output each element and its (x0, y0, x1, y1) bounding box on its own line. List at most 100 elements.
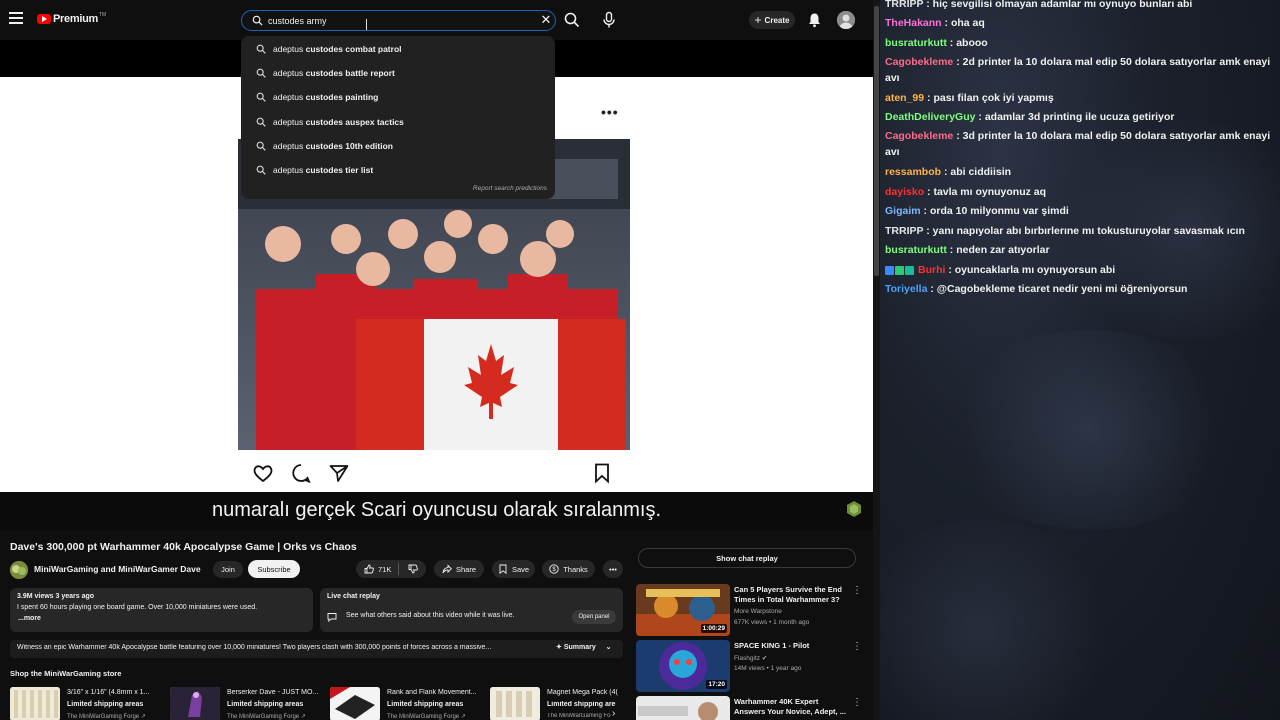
thumbs-down-icon[interactable] (408, 564, 418, 574)
chat-username[interactable]: Cagobekleme (885, 130, 953, 142)
description-box[interactable]: 3.9M views 3 years ago I spent 60 hours … (10, 588, 313, 632)
channel-name[interactable]: MiniWarGaming and MiniWarGamer Dave (34, 564, 201, 574)
badge-icon (905, 265, 914, 275)
show-chat-replay-button[interactable]: Show chat replay (638, 548, 856, 568)
channel-watermark-icon[interactable] (845, 500, 863, 518)
video-thumbnail: 1:00:29 (636, 584, 730, 636)
background-cloud (940, 330, 1240, 530)
more-vertical-icon[interactable]: ⋮ (852, 641, 862, 652)
channel-avatar-image-icon (10, 561, 28, 579)
chat-separator: : (927, 283, 937, 295)
search-box[interactable]: ✕ (241, 10, 556, 31)
notifications-bell-icon[interactable] (807, 12, 822, 28)
post-more-dots-icon: ••• (601, 104, 619, 120)
suggestion-item[interactable]: adeptus custodes combat patrol (241, 39, 555, 61)
create-button[interactable]: + Create (749, 11, 795, 29)
chat-separator: : (946, 37, 957, 49)
chat-text: abi ciddiisin (950, 166, 1012, 178)
chat-username[interactable]: aten_99 (885, 92, 924, 104)
menu-icon[interactable] (9, 12, 23, 26)
chat-username[interactable]: DeathDeliveryGuy (885, 111, 975, 123)
search-input[interactable] (268, 14, 528, 28)
suggestion-item[interactable]: adeptus custodes painting (241, 87, 555, 109)
suggestion-item[interactable]: adeptus custodes battle report (241, 63, 555, 85)
heart-icon[interactable] (252, 462, 274, 484)
chat-text: hiç sevgilisi olmayan adamlar mı oynuyo … (932, 0, 1193, 10)
shop-item[interactable]: Berserker Dave - JUST MO... Limited ship… (170, 687, 325, 720)
chat-username[interactable]: ressambob (885, 166, 941, 178)
chat-username[interactable]: Burhi (918, 264, 945, 276)
description-text: I spent 60 hours playing one board game.… (17, 604, 258, 611)
background-cloud (880, 520, 1120, 720)
chat-separator: : (975, 111, 985, 123)
create-label: Create (764, 15, 790, 25)
scrollbar-thumb[interactable] (874, 6, 879, 276)
youtube-logo[interactable]: Premium TM (37, 12, 106, 25)
like-count: 71K (378, 564, 392, 574)
chat-text: yanı napıyolar abı bırbırlerıne mı tokus… (932, 225, 1245, 237)
logo-text: Premium (53, 13, 98, 25)
join-button[interactable]: Join (213, 561, 243, 578)
more-actions-icon[interactable]: ••• (603, 560, 623, 578)
product-image (170, 687, 220, 720)
top-bar: Premium TM ✕ +Create (0, 0, 873, 40)
suggestion-text: adeptus custodes auspex tactics (273, 117, 404, 127)
chat-message: Toriyella : @Cagobekleme ticaret nedir y… (885, 281, 1275, 297)
chat-username[interactable]: Gigaim (885, 205, 921, 217)
suggestion-item[interactable]: adeptus custodes 10th edition (241, 136, 555, 158)
clear-search-icon[interactable]: ✕ (539, 13, 553, 27)
suggestion-item[interactable]: adeptus custodes tier list (241, 160, 555, 182)
chat-text: oyuncaklarla mı oynuyorsun abi (954, 264, 1116, 276)
scrollbar[interactable] (873, 0, 880, 720)
save-button[interactable]: Save (492, 560, 535, 578)
thumbnail-image (636, 696, 730, 720)
video-thumbnail: 17:20 (636, 640, 730, 692)
report-predictions-link[interactable]: Report search predictions (473, 185, 547, 192)
microphone-icon[interactable] (599, 11, 619, 29)
shop-item[interactable]: Rank and Flank Movement... Limited shipp… (330, 687, 485, 720)
thanks-button[interactable]: $ Thanks (542, 560, 595, 578)
product-image (490, 687, 540, 720)
summary-button[interactable]: ✦ Summary ⌄ (556, 643, 612, 651)
subscribe-button[interactable]: Subscribe (248, 560, 300, 578)
like-button[interactable]: 71K (364, 564, 391, 574)
view-count-date: 3.9M views 3 years ago (17, 593, 95, 600)
shop-item-shipping: Limited shipping areas (387, 701, 464, 708)
share-button[interactable]: Share (434, 560, 484, 578)
account-avatar[interactable] (837, 11, 855, 29)
search-button-icon[interactable] (563, 11, 581, 29)
stream-chat-overlay: TRRIPP : hiç sevgilisi olmayan adamlar m… (880, 0, 1280, 720)
search-suggestions: adeptus custodes combat patrol adeptus c… (241, 36, 555, 199)
product-image (330, 687, 380, 720)
chat-message: TheHakann : oha aq (885, 15, 1275, 31)
channel-avatar[interactable] (10, 561, 28, 579)
shop-item-seller: The MiniWarGaming Forge ↗ (387, 714, 466, 720)
chat-text: orda 10 milyonmu var şimdi (929, 205, 1069, 217)
more-vertical-icon[interactable]: ⋮ (852, 585, 862, 596)
chat-username[interactable]: Cagobekleme (885, 56, 953, 68)
recommended-video[interactable]: 17:20 SPACE KING 1 - Pilot Flashgitz ✔ 1… (636, 640, 862, 692)
chat-username[interactable]: busraturkutt (885, 37, 947, 49)
chat-separator: : (945, 264, 955, 276)
chat-username[interactable]: TRRIPP (885, 225, 923, 237)
send-icon[interactable] (328, 462, 350, 484)
shop-item[interactable]: 3/16" x 1/16" (4.8mm x 1... Limited ship… (10, 687, 165, 720)
bookmark-icon[interactable] (591, 462, 613, 484)
search-icon (256, 92, 266, 102)
suggestion-item[interactable]: adeptus custodes auspex tactics (241, 112, 555, 134)
chat-username[interactable]: Toriyella (885, 283, 927, 295)
chat-username[interactable]: TRRIPP (885, 0, 923, 10)
open-panel-button[interactable]: Open panel (572, 610, 616, 624)
more-vertical-icon[interactable]: ⋮ (852, 697, 862, 708)
recommended-video[interactable]: 1:00:29 Can 5 Players Survive the End Ti… (636, 584, 862, 636)
chat-username[interactable]: busraturkutt (885, 244, 947, 256)
chat-username[interactable]: TheHakann (885, 17, 942, 29)
chat-username[interactable]: dayisko (885, 186, 924, 198)
comment-icon[interactable] (290, 462, 312, 484)
shop-title: Shop the MiniWarGaming store (10, 669, 122, 678)
shop-next-chevron-icon[interactable]: › (612, 708, 615, 719)
description-more-link[interactable]: ...more (18, 615, 41, 622)
suggestion-text: adeptus custodes tier list (273, 165, 374, 175)
shop-item[interactable]: Magnet Mega Pack (4( Limited shipping ar… (490, 687, 620, 720)
recommended-video[interactable]: Warhammer 40K Expert Answers Your Novice… (636, 696, 862, 720)
